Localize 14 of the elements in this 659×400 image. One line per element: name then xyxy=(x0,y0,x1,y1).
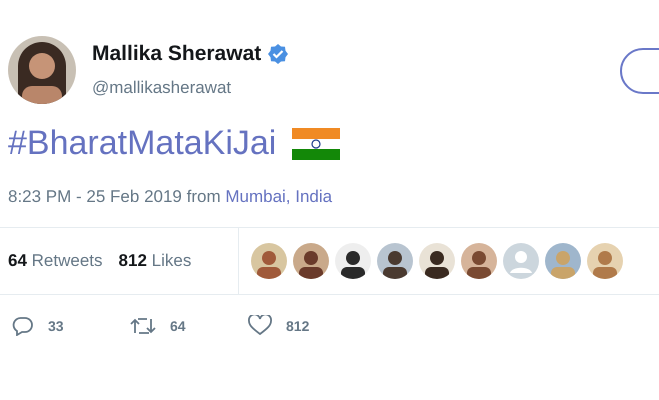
india-flag-icon xyxy=(292,128,340,160)
retweet-icon xyxy=(130,316,156,336)
hashtag-link[interactable]: #BharatMataKiJai xyxy=(8,124,276,163)
reply-button[interactable]: 33 xyxy=(12,315,130,336)
stat-link[interactable]: 812 Likes xyxy=(118,251,192,271)
user-name[interactable]: Mallika Sherawat xyxy=(92,42,262,66)
location-link[interactable]: Mumbai, India xyxy=(225,187,332,206)
stat-link[interactable]: 64 Retweets xyxy=(8,251,103,271)
like-button[interactable]: 812 xyxy=(248,315,366,336)
retweet-button[interactable]: 64 xyxy=(130,315,248,336)
tweet-timestamp: 8:23 PM - 25 Feb 2019 from Mumbai, India xyxy=(7,186,334,207)
heart-icon xyxy=(248,315,272,336)
user-handle: @mallikasherawat xyxy=(92,78,232,98)
reply-icon xyxy=(12,316,34,336)
